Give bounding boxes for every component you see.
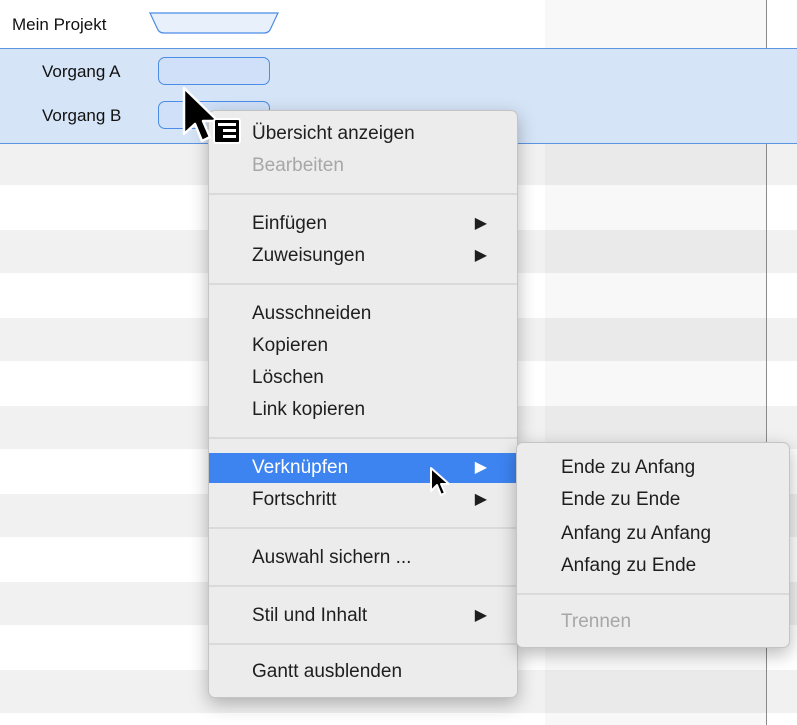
submenu-arrow-icon: ▶ <box>474 215 487 232</box>
task-bar-vorgang-a[interactable] <box>158 57 270 85</box>
task-label-vorgang-b[interactable]: Vorgang B <box>42 106 121 126</box>
menu-item-kopieren[interactable]: Kopieren <box>209 331 517 361</box>
menu-item-label: Verknüpfen <box>252 457 349 478</box>
menu-separator <box>209 193 517 195</box>
menu-item-uebersicht-anzeigen[interactable]: Übersicht anzeigen <box>209 119 517 149</box>
task-label-vorgang-a[interactable]: Vorgang A <box>42 62 120 82</box>
submenu-item-trennen: Trennen <box>561 611 632 632</box>
menu-item-einfuegen[interactable]: Einfügen ▶ <box>209 209 517 239</box>
submenu-item-anfang-zu-ende[interactable]: Anfang zu Ende <box>517 551 789 581</box>
submenu-arrow-icon: ▶ <box>474 459 487 476</box>
menu-separator <box>209 527 517 529</box>
submenu-verknuepfen: Ende zu Anfang Ende zu Ende Anfang zu An… <box>516 442 790 648</box>
menu-separator <box>209 643 517 645</box>
menu-item-verknuepfen[interactable]: Verknüpfen ▶ <box>209 453 517 483</box>
menu-item-stil-und-inhalt[interactable]: Stil und Inhalt ▶ <box>209 601 517 631</box>
menu-separator <box>517 593 789 595</box>
submenu-item-anfang-zu-anfang[interactable]: Anfang zu Anfang <box>517 519 789 549</box>
menu-separator <box>209 283 517 285</box>
menu-item-label: Einfügen <box>252 213 328 234</box>
menu-item-auswahl-sichern[interactable]: Auswahl sichern ... <box>209 543 517 573</box>
project-label[interactable]: Mein Projekt <box>12 15 106 35</box>
menu-item-label: Fortschritt <box>252 489 337 510</box>
submenu-arrow-icon: ▶ <box>474 607 487 624</box>
menu-item-label: Stil und Inhalt <box>252 605 368 626</box>
submenu-arrow-icon: ▶ <box>474 491 487 508</box>
menu-separator <box>209 585 517 587</box>
menu-item-ausschneiden[interactable]: Ausschneiden <box>209 299 517 329</box>
context-menu: Übersicht anzeigen Bearbeiten Einfügen ▶… <box>208 110 518 698</box>
menu-item-zuweisungen[interactable]: Zuweisungen ▶ <box>209 241 517 271</box>
menu-item-bearbeiten: Bearbeiten <box>252 155 344 176</box>
menu-item-label: Zuweisungen <box>252 245 366 266</box>
menu-item-link-kopieren[interactable]: Link kopieren <box>209 395 517 425</box>
context-menu-cursor-icon <box>182 86 241 144</box>
menu-item-fortschritt[interactable]: Fortschritt ▶ <box>209 485 517 515</box>
submenu-arrow-icon: ▶ <box>474 247 487 264</box>
arrow-cursor-icon <box>430 467 450 496</box>
menu-separator <box>209 437 517 439</box>
menu-item-gantt-ausblenden[interactable]: Gantt ausblenden <box>209 657 517 687</box>
menu-item-loeschen[interactable]: Löschen <box>209 363 517 393</box>
project-summary-bar[interactable] <box>147 10 281 36</box>
submenu-item-ende-zu-anfang[interactable]: Ende zu Anfang <box>517 453 789 483</box>
submenu-item-ende-zu-ende[interactable]: Ende zu Ende <box>517 485 789 515</box>
